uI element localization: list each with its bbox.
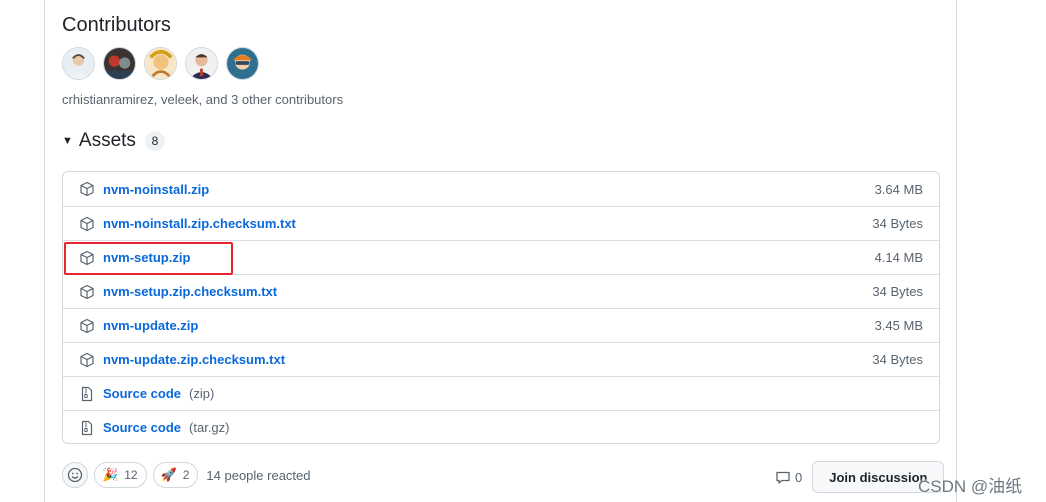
asset-link[interactable]: nvm-setup.zip.checksum.txt (103, 284, 277, 299)
package-icon (79, 250, 95, 266)
reaction-hooray[interactable]: 🎉 12 (94, 462, 147, 488)
asset-row: nvm-update.zip 3.45 MB (63, 308, 939, 342)
package-icon (79, 181, 95, 197)
add-reaction-button[interactable] (62, 462, 88, 488)
caret-down-icon[interactable]: ▼ (62, 135, 73, 147)
asset-link[interactable]: nvm-setup.zip (103, 250, 190, 265)
avatar[interactable] (62, 47, 95, 80)
reactions-summary: 14 people reacted (206, 467, 311, 483)
avatar[interactable] (103, 47, 136, 80)
asset-link[interactable]: nvm-update.zip.checksum.txt (103, 352, 285, 367)
package-icon (79, 318, 95, 334)
comment-count-value: 0 (795, 469, 803, 485)
watermark: CSDN @油纸 (918, 477, 1023, 496)
rocket-icon: 🚀 (160, 467, 177, 482)
asset-row: Source code (zip) (63, 376, 939, 410)
asset-size: 3.45 MB (874, 318, 923, 333)
asset-row: nvm-noinstall.zip.checksum.txt 34 Bytes (63, 206, 939, 240)
asset-size: 34 Bytes (872, 216, 923, 231)
asset-row: nvm-update.zip.checksum.txt 34 Bytes (63, 342, 939, 376)
reaction-count: 12 (124, 468, 138, 482)
assets-header[interactable]: ▼ Assets 8 (62, 130, 165, 152)
avatar[interactable] (144, 47, 177, 80)
asset-size: 34 Bytes (872, 352, 923, 367)
avatar[interactable] (185, 47, 218, 80)
asset-row: nvm-setup.zip 4.14 MB (63, 240, 939, 274)
avatar[interactable] (226, 47, 259, 80)
assets-list: nvm-noinstall.zip 3.64 MB nvm-noinstall.zi… (62, 171, 940, 444)
file-zip-icon (79, 420, 95, 436)
package-icon (79, 216, 95, 232)
file-zip-icon (79, 386, 95, 402)
assets-count-badge: 8 (144, 131, 165, 151)
reactions-bar: 🎉 12 🚀 2 14 people reacted (62, 462, 311, 488)
asset-link[interactable]: nvm-update.zip (103, 318, 198, 333)
smiley-icon (67, 467, 83, 483)
asset-row: nvm-noinstall.zip 3.64 MB (63, 172, 939, 206)
asset-size: 34 Bytes (872, 284, 923, 299)
asset-link[interactable]: Source code (103, 386, 181, 401)
contributors-title: Contributors (62, 14, 171, 36)
asset-row: nvm-setup.zip.checksum.txt 34 Bytes (63, 274, 939, 308)
asset-suffix: (tar.gz) (189, 420, 230, 435)
contributors-summary: crhistianramirez, veleek, and 3 other co… (62, 92, 344, 107)
asset-suffix: (zip) (189, 386, 215, 401)
asset-size: 3.64 MB (874, 181, 923, 197)
package-icon (79, 352, 95, 368)
party-icon: 🎉 (102, 467, 119, 482)
comment-icon (776, 471, 790, 484)
asset-row: Source code (tar.gz) (63, 410, 939, 443)
comment-count[interactable]: 0 (775, 469, 802, 485)
asset-link[interactable]: Source code (103, 420, 181, 435)
reaction-rocket[interactable]: 🚀 2 (152, 462, 199, 488)
asset-link[interactable]: nvm-noinstall.zip.checksum.txt (103, 216, 296, 231)
asset-size: 4.14 MB (874, 250, 923, 265)
contributor-avatars (62, 47, 259, 80)
package-icon (79, 284, 95, 300)
reaction-count: 2 (182, 468, 190, 482)
assets-title: Assets (78, 130, 136, 151)
asset-link[interactable]: nvm-noinstall.zip (103, 182, 209, 197)
